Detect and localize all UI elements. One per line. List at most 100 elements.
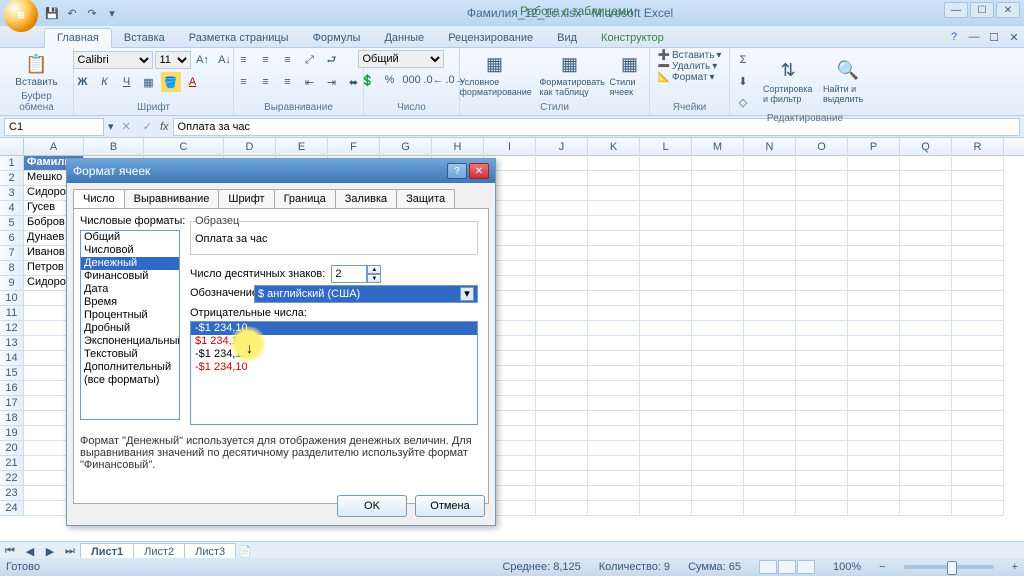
cell[interactable] [588, 471, 640, 486]
symbol-combobox[interactable]: $ английский (США)▾ [254, 285, 478, 303]
cell[interactable] [796, 186, 848, 201]
cell[interactable] [640, 276, 692, 291]
cell[interactable] [796, 261, 848, 276]
cell[interactable] [744, 501, 796, 516]
cell[interactable] [640, 321, 692, 336]
cell[interactable] [640, 306, 692, 321]
cell[interactable] [588, 291, 640, 306]
cell[interactable] [848, 276, 900, 291]
dialog-tab-alignment[interactable]: Выравнивание [124, 189, 220, 208]
category-option[interactable]: (все форматы) [81, 374, 179, 387]
cell[interactable] [692, 156, 744, 171]
cell[interactable] [848, 306, 900, 321]
row-header[interactable]: 22 [0, 471, 24, 486]
conditional-formatting-button[interactable]: ▦Условное форматирование [456, 50, 534, 99]
cell[interactable] [848, 321, 900, 336]
negative-option[interactable]: $1 234,10 [191, 335, 477, 348]
cell[interactable] [848, 426, 900, 441]
cell[interactable] [900, 306, 952, 321]
dialog-tab-font[interactable]: Шрифт [218, 189, 274, 208]
cell[interactable] [848, 156, 900, 171]
cell[interactable] [952, 486, 1004, 501]
cell[interactable] [640, 336, 692, 351]
decimals-input[interactable] [331, 265, 367, 283]
cell[interactable] [692, 171, 744, 186]
cell[interactable] [900, 411, 952, 426]
category-option[interactable]: Экспоненциальный [81, 335, 179, 348]
cell[interactable] [796, 366, 848, 381]
cell[interactable] [640, 366, 692, 381]
cell[interactable] [744, 231, 796, 246]
cell[interactable] [744, 366, 796, 381]
cell[interactable] [952, 306, 1004, 321]
cell[interactable] [692, 336, 744, 351]
row-header[interactable]: 14 [0, 351, 24, 366]
zoom-out-icon[interactable]: − [879, 561, 885, 573]
cell[interactable] [692, 231, 744, 246]
cell[interactable] [692, 276, 744, 291]
cell[interactable] [848, 291, 900, 306]
cell[interactable] [744, 186, 796, 201]
cell[interactable] [692, 321, 744, 336]
cell[interactable] [536, 411, 588, 426]
cell[interactable] [744, 336, 796, 351]
column-header[interactable]: D [224, 138, 276, 156]
cell[interactable] [692, 201, 744, 216]
cell[interactable] [900, 426, 952, 441]
clear-icon[interactable]: ◇ [733, 92, 753, 112]
cell[interactable] [588, 186, 640, 201]
cell[interactable] [900, 321, 952, 336]
column-header[interactable]: R [952, 138, 1004, 156]
cell[interactable] [952, 231, 1004, 246]
cell[interactable] [848, 186, 900, 201]
cell[interactable] [848, 171, 900, 186]
cell[interactable] [952, 366, 1004, 381]
cell[interactable] [536, 456, 588, 471]
category-listbox[interactable]: ОбщийЧисловойДенежныйФинансовыйДатаВремя… [80, 230, 180, 420]
currency-icon[interactable]: 💲 [358, 70, 378, 90]
row-header[interactable]: 23 [0, 486, 24, 501]
decimals-spinner[interactable]: ▲▼ [331, 265, 381, 283]
row-header[interactable]: 16 [0, 381, 24, 396]
cell[interactable] [588, 246, 640, 261]
cell[interactable] [796, 486, 848, 501]
cell[interactable] [536, 381, 588, 396]
font-name-select[interactable]: Calibri [73, 51, 153, 69]
undo-icon[interactable]: ↶ [64, 5, 80, 21]
cell[interactable] [848, 411, 900, 426]
save-icon[interactable]: 💾 [44, 5, 60, 21]
cell[interactable] [744, 471, 796, 486]
cell[interactable] [900, 351, 952, 366]
column-header[interactable]: Q [900, 138, 952, 156]
row-header[interactable]: 20 [0, 441, 24, 456]
sort-filter-button[interactable]: ⇅Сортировка и фильтр [759, 57, 817, 106]
cell[interactable] [796, 351, 848, 366]
row-header[interactable]: 24 [0, 501, 24, 516]
cell[interactable] [796, 216, 848, 231]
fx-icon[interactable]: fx [160, 121, 169, 133]
cell[interactable] [692, 186, 744, 201]
cell[interactable] [588, 321, 640, 336]
cell[interactable] [796, 441, 848, 456]
cell[interactable] [536, 231, 588, 246]
cell[interactable] [588, 276, 640, 291]
row-header[interactable]: 8 [0, 261, 24, 276]
dialog-tab-fill[interactable]: Заливка [335, 189, 397, 208]
cell[interactable] [796, 156, 848, 171]
cell[interactable] [744, 216, 796, 231]
cell[interactable] [796, 246, 848, 261]
tab-page-layout[interactable]: Разметка страницы [177, 29, 301, 47]
cell[interactable] [744, 156, 796, 171]
font-size-select[interactable]: 11 [155, 51, 191, 69]
dialog-title-bar[interactable]: Формат ячеек ? ✕ [67, 159, 495, 183]
cell[interactable] [848, 231, 900, 246]
cell[interactable] [640, 456, 692, 471]
column-header[interactable]: I [484, 138, 536, 156]
cell[interactable] [536, 471, 588, 486]
formula-bar[interactable]: Оплата за час [173, 118, 1020, 136]
cell[interactable] [744, 381, 796, 396]
fill-icon[interactable]: ⬇ [733, 71, 753, 91]
tab-insert[interactable]: Вставка [112, 29, 177, 47]
column-header[interactable]: K [588, 138, 640, 156]
wrap-text-icon[interactable]: ⮐ [322, 50, 342, 70]
